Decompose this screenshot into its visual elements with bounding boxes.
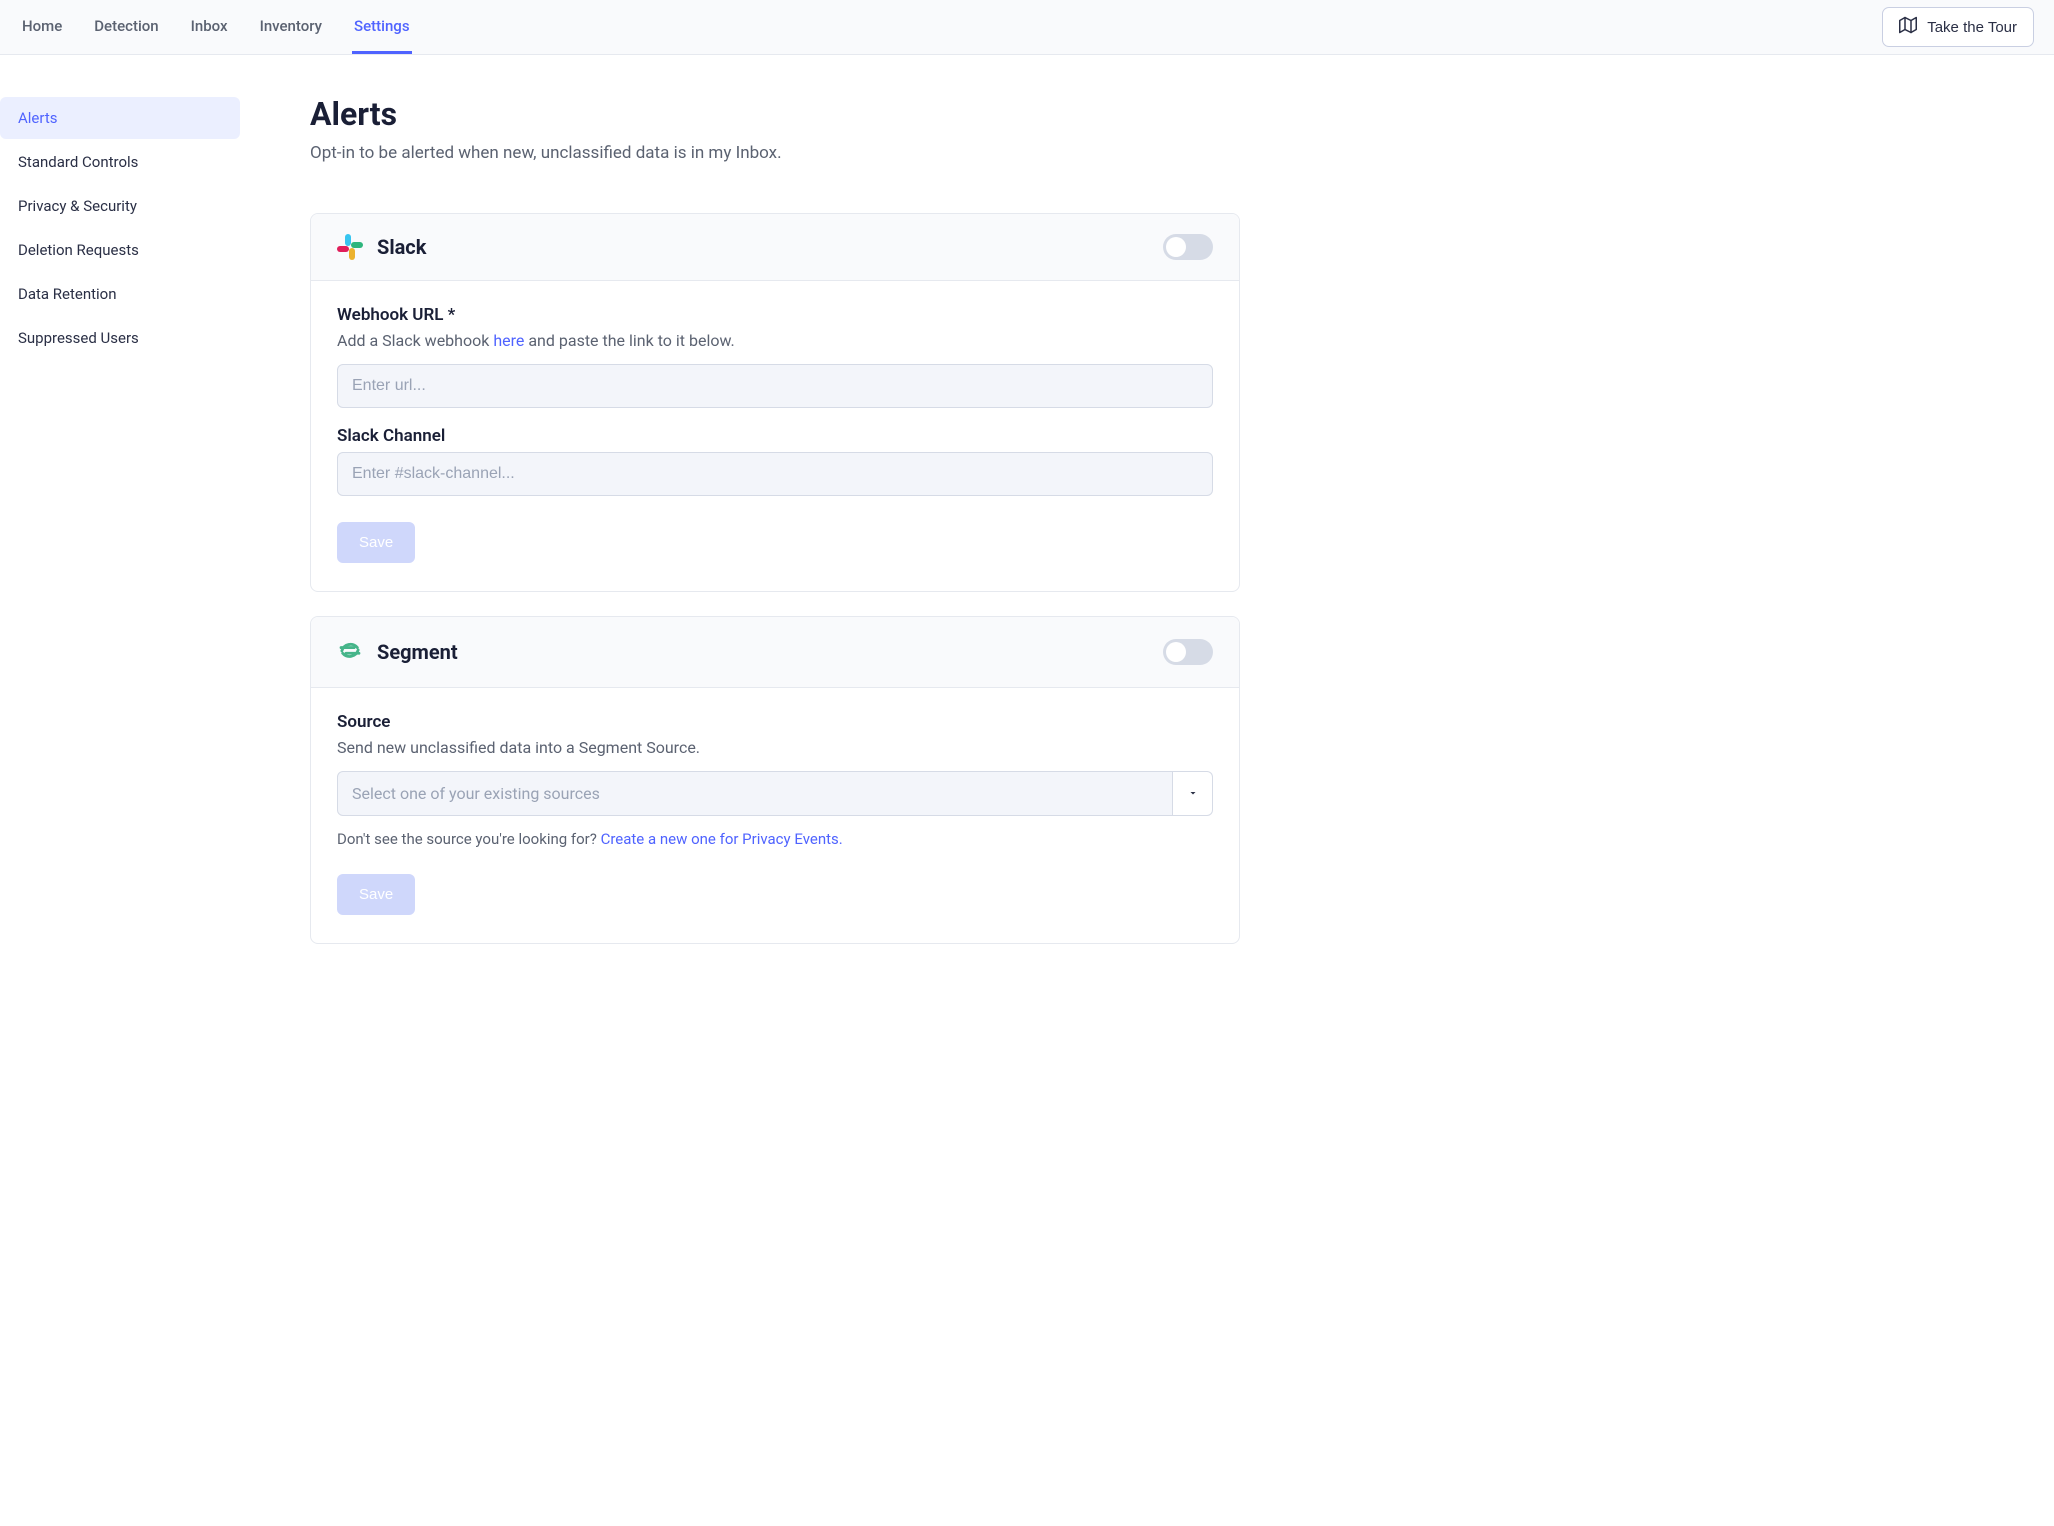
nav-tab-inventory[interactable]: Inventory [258,0,324,54]
slack-card-header: Slack [311,214,1239,281]
source-label: Source [337,712,1213,732]
chevron-down-icon [1187,784,1199,803]
take-tour-button[interactable]: Take the Tour [1882,7,2034,47]
source-select-caret[interactable] [1173,771,1213,816]
slack-channel-input[interactable] [337,452,1213,496]
nav-tab-inbox[interactable]: Inbox [189,0,230,54]
segment-icon [337,637,363,667]
slack-channel-label: Slack Channel [337,426,1213,446]
page-title: Alerts [310,95,1240,133]
segment-card: Segment Source Send new unclassified dat… [310,616,1240,944]
webhook-help-suffix: and paste the link to it below. [524,331,734,350]
segment-save-button[interactable]: Save [337,874,415,915]
source-hint-prefix: Don't see the source you're looking for? [337,830,601,848]
slack-card-title: Slack [377,235,426,259]
segment-card-header: Segment [311,617,1239,688]
create-source-link[interactable]: Create a new one for Privacy Events. [601,830,843,848]
segment-card-title: Segment [377,640,458,664]
nav-tabs: Home Detection Inbox Inventory Settings [20,0,412,54]
webhook-url-label: Webhook URL * [337,305,1213,325]
source-help: Send new unclassified data into a Segmen… [337,738,1213,757]
top-nav: Home Detection Inbox Inventory Settings … [0,0,2054,55]
source-hint: Don't see the source you're looking for?… [337,830,1213,848]
sidebar-item-deletion-requests[interactable]: Deletion Requests [0,229,240,271]
sidebar-item-data-retention[interactable]: Data Retention [0,273,240,315]
sidebar-item-privacy-security[interactable]: Privacy & Security [0,185,240,227]
map-icon [1899,16,1917,38]
take-tour-label: Take the Tour [1927,19,2017,36]
slack-save-button[interactable]: Save [337,522,415,563]
sidebar-item-standard-controls[interactable]: Standard Controls [0,141,240,183]
nav-tab-detection[interactable]: Detection [92,0,160,54]
sidebar: Alerts Standard Controls Privacy & Secur… [0,55,240,1028]
sidebar-item-suppressed-users[interactable]: Suppressed Users [0,317,240,359]
webhook-url-input[interactable] [337,364,1213,408]
webhook-help-link[interactable]: here [493,331,524,350]
slack-card: Slack Webhook URL * Add a Slack webhook … [310,213,1240,592]
webhook-url-help: Add a Slack webhook here and paste the l… [337,331,1213,350]
main-content: Alerts Opt-in to be alerted when new, un… [240,55,1280,1028]
source-select-wrap: Select one of your existing sources [337,771,1213,816]
page-subtitle: Opt-in to be alerted when new, unclassif… [310,143,1240,163]
slack-toggle[interactable] [1163,234,1213,260]
source-select[interactable]: Select one of your existing sources [337,771,1173,816]
nav-tab-settings[interactable]: Settings [352,0,412,54]
webhook-help-prefix: Add a Slack webhook [337,331,493,350]
slack-icon [337,234,363,260]
sidebar-item-alerts[interactable]: Alerts [0,97,240,139]
nav-tab-home[interactable]: Home [20,0,64,54]
segment-toggle[interactable] [1163,639,1213,665]
